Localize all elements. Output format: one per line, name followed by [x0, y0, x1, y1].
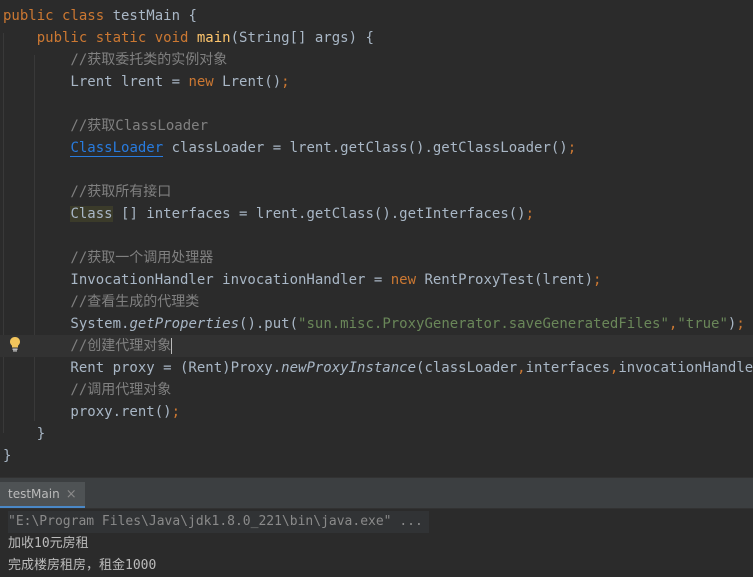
code-token: testMain [112, 8, 181, 24]
console-command-line: "E:\Program Files\Java\jdk1.8.0_221\bin\… [8, 511, 429, 533]
code-token: //查看生成的代理类 [3, 294, 200, 310]
code-token: Lrent() [222, 74, 282, 90]
code-token: interfaces [525, 360, 610, 376]
run-tool-window: testMain × "E:\Program Files\Java\jdk1.8… [0, 477, 753, 576]
code-token: RentProxyTest(lrent) [424, 272, 594, 288]
code-token: getProperties [129, 316, 240, 332]
code-token: new [188, 74, 223, 90]
code-token: ; [567, 140, 577, 156]
code-token: public class [3, 8, 113, 24]
code-token: //获取ClassLoader [3, 118, 209, 134]
code-token: public static void [3, 30, 197, 46]
code-token: //调用代理对象 [3, 382, 172, 398]
console-output-line: 完成楼房租房，租金1000 [8, 558, 157, 573]
close-icon[interactable]: × [66, 487, 77, 502]
code-token: System. [3, 316, 130, 332]
code-token: ; [593, 272, 602, 288]
code-token: ().put( [239, 316, 299, 332]
code-token: } [3, 448, 12, 464]
code-token: ; [171, 404, 181, 420]
code-token: ; [525, 206, 535, 222]
code-token: InvocationHandler invocationHandler = [3, 272, 391, 288]
code-token: Rent proxy = (Rent)Proxy. [3, 360, 282, 376]
code-line[interactable]: //创建代理对象 [0, 335, 753, 357]
code-token: //创建代理对象 [3, 338, 172, 354]
code-token: (String[] args) { [230, 30, 374, 46]
code-editor[interactable]: public class testMain { public static vo… [0, 0, 753, 477]
run-tab-bar: testMain × [0, 478, 753, 509]
run-tab-testmain[interactable]: testMain × [0, 482, 85, 508]
code-token: invocationHandler) [618, 360, 753, 376]
code-token: ; [281, 74, 290, 90]
code-token: proxy.rent() [3, 404, 172, 420]
code-token: "sun.misc.ProxyGenerator.saveGeneratedFi… [298, 316, 669, 332]
code-token: main [196, 30, 231, 46]
code-token: classLoader = lrent.getClass().getClassL… [163, 140, 568, 156]
text-caret [171, 338, 173, 354]
code-token: new [390, 272, 425, 288]
console-output-line: 加收10元房租 [8, 536, 89, 551]
code-token: { [180, 8, 197, 24]
code-token: Lrent lrent = [3, 74, 189, 90]
code-token: } [3, 426, 46, 442]
run-tab-label: testMain [8, 487, 60, 501]
code-token: "true" [677, 316, 728, 332]
code-token: //获取一个调用处理器 [3, 250, 214, 266]
code-token: , [517, 360, 526, 376]
code-token: //获取委托类的实例对象 [3, 52, 228, 68]
code-token: (classLoader [416, 360, 518, 376]
code-token: [] interfaces = lrent.getClass().getInte… [112, 206, 526, 222]
code-token: ClassLoader [70, 140, 164, 157]
code-token: newProxyInstance [281, 360, 417, 376]
code-token: Class [70, 206, 113, 222]
code-token: //获取所有接口 [3, 184, 172, 200]
lightbulb-icon[interactable] [8, 336, 22, 352]
code-token: ; [736, 316, 745, 332]
